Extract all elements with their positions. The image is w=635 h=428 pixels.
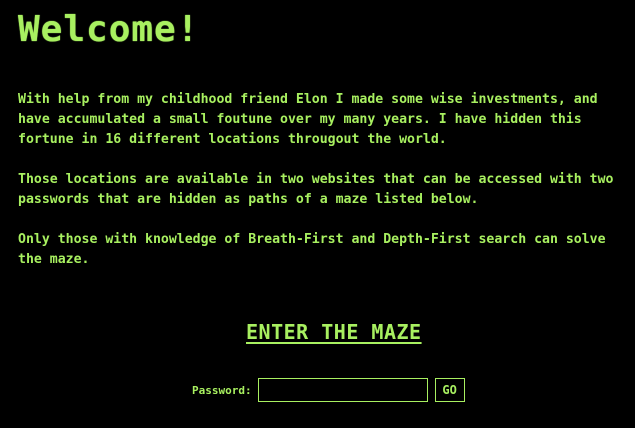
intro-paragraph-1: With help from my childhood friend Elon … (18, 90, 623, 150)
password-form: Password: GO (192, 378, 465, 402)
intro-line: With help from my childhood friend Elon … (18, 92, 598, 107)
intro-line: passwords that are hidden as paths of a … (18, 192, 479, 207)
password-input[interactable] (257, 378, 428, 402)
intro-line: fortune in 16 different locations throug… (18, 132, 447, 147)
go-button[interactable]: GO (434, 378, 465, 402)
intro-line: the maze. (18, 252, 90, 267)
intro-line: Those locations are available in two web… (18, 172, 614, 187)
page-title: Welcome! (18, 9, 200, 50)
intro-line: Only those with knowledge of Breath-Firs… (18, 232, 606, 247)
intro-text: With help from my childhood friend Elon … (18, 90, 623, 290)
password-label: Password: (192, 383, 252, 397)
enter-maze-link[interactable]: ENTER THE MAZE (246, 320, 422, 344)
intro-line: have accumulated a small foutune over my… (18, 112, 582, 127)
page: Welcome! With help from my childhood fri… (0, 0, 635, 428)
intro-paragraph-2: Those locations are available in two web… (18, 170, 623, 210)
intro-paragraph-3: Only those with knowledge of Breath-Firs… (18, 230, 623, 270)
